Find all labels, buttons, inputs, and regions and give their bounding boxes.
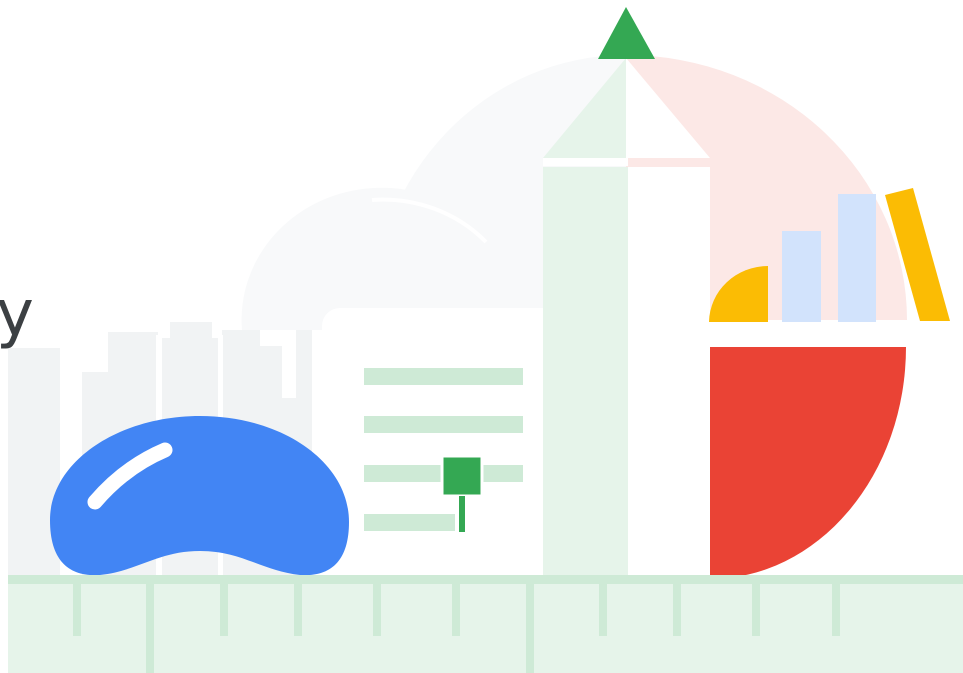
partial-heading-text: y <box>0 277 34 351</box>
bar-short <box>782 231 821 322</box>
document-line-4 <box>364 514 455 531</box>
ruler-ground-icon <box>8 575 963 673</box>
document-card-icon <box>322 308 562 583</box>
green-marker-pole <box>459 496 465 532</box>
document-line-1 <box>364 368 523 385</box>
red-pie-slice-icon <box>710 347 906 579</box>
bar-tall <box>838 194 876 322</box>
illustration-canvas: y <box>0 0 963 673</box>
document-line-2 <box>364 416 523 433</box>
green-marker-square <box>440 454 484 498</box>
city-illustration <box>8 7 963 673</box>
